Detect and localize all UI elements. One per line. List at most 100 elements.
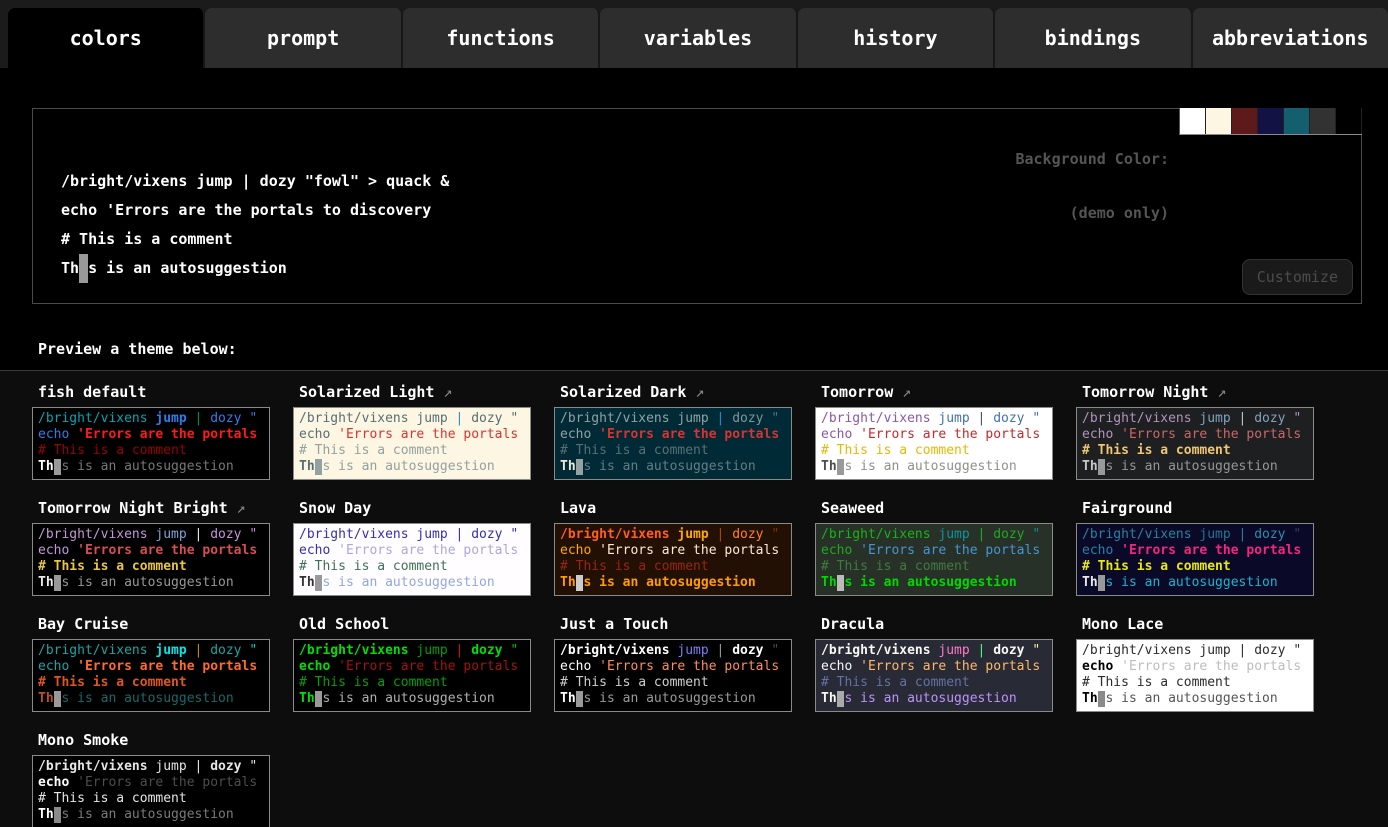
theme-preview-card[interactable]: /bright/vixens jump | dozy "echo 'Errors…	[32, 407, 270, 480]
bg-swatch-dark-red[interactable]	[1232, 108, 1258, 134]
theme-title[interactable]: Mono Lace	[1082, 615, 1337, 633]
theme-preview-card[interactable]: /bright/vixens jump | dozy "echo 'Errors…	[815, 407, 1053, 480]
theme-block: Lava /bright/vixens jump | dozy "echo 'E…	[554, 493, 815, 596]
code-token: /bright/vixens	[1082, 643, 1199, 658]
code-token: s is an autosuggestion	[322, 691, 494, 706]
code-token: "	[242, 527, 258, 542]
theme-code-line: This is an autosuggestion	[38, 691, 264, 707]
theme-code-line: # This is a comment	[299, 443, 525, 459]
theme-code-line: This is an autosuggestion	[821, 459, 1047, 475]
theme-code-line: This is an autosuggestion	[38, 575, 264, 591]
code-token: Th	[821, 459, 837, 474]
theme-preview-card[interactable]: /bright/vixens jump | dozy "echo 'Errors…	[815, 639, 1053, 712]
tab-variables[interactable]: variables	[600, 8, 797, 68]
theme-preview-card[interactable]: /bright/vixens jump | dozy "echo 'Errors…	[1076, 407, 1314, 480]
bg-swatch-black[interactable]	[1336, 108, 1362, 134]
theme-name: Just a Touch	[560, 615, 668, 633]
code-token: s is an autosuggestion	[61, 691, 233, 706]
code-token: echo	[1082, 659, 1121, 674]
theme-preview-card[interactable]: /bright/vixens jump | dozy "echo 'Errors…	[815, 523, 1053, 596]
code-token: Th	[299, 575, 315, 590]
code-token: "	[503, 411, 519, 426]
code-token: Th	[1082, 459, 1098, 474]
code-token: # This is a comment	[821, 559, 970, 574]
external-link-icon[interactable]: ↗	[228, 499, 246, 517]
theme-name: Mono Lace	[1082, 615, 1163, 633]
bg-swatch-cream[interactable]	[1206, 108, 1232, 134]
bg-swatch-navy[interactable]	[1258, 108, 1284, 134]
tab-colors[interactable]: colors	[8, 8, 205, 68]
theme-title[interactable]: Old School	[299, 615, 554, 633]
theme-title[interactable]: Lava	[560, 499, 815, 517]
bg-swatch-charcoal[interactable]	[1310, 108, 1336, 134]
theme-name: Old School	[299, 615, 389, 633]
theme-preview-card[interactable]: /bright/vixens jump | dozy "echo 'Errors…	[293, 639, 531, 712]
code-token: "	[1286, 643, 1302, 658]
theme-title[interactable]: Solarized Dark ↗	[560, 383, 815, 401]
theme-code-line: /bright/vixens jump | dozy "	[821, 411, 1047, 427]
theme-code-line: # This is a comment	[38, 559, 264, 575]
code-token: s is an autosuggestion	[844, 691, 1016, 706]
theme-code-line: echo 'Errors are the portals	[1082, 427, 1308, 443]
theme-code-line: # This is a comment	[1082, 559, 1308, 575]
theme-title[interactable]: Dracula	[821, 615, 1076, 633]
code-token: "	[1286, 527, 1302, 542]
code-token: jump	[416, 527, 447, 542]
code-token: dozy	[210, 643, 241, 658]
theme-preview-card[interactable]: /bright/vixens jump | dozy "echo 'Errors…	[1076, 639, 1314, 712]
theme-title[interactable]: Solarized Light ↗	[299, 383, 554, 401]
background-color-label-line1: Background Color:	[1015, 150, 1169, 168]
theme-title[interactable]: Snow Day	[299, 499, 554, 517]
theme-title[interactable]: Bay Cruise	[38, 615, 293, 633]
theme-block: Solarized Dark ↗ /bright/vixens jump | d…	[554, 377, 815, 480]
external-link-icon[interactable]: ↗	[434, 383, 452, 401]
bg-swatch-white[interactable]	[1180, 108, 1206, 134]
external-link-icon[interactable]: ↗	[686, 383, 704, 401]
theme-code-line: echo 'Errors are the portals	[821, 427, 1047, 443]
theme-preview-card[interactable]: /bright/vixens jump | dozy "echo 'Errors…	[554, 407, 792, 480]
code-token: dozy	[210, 411, 241, 426]
code-token: dozy	[732, 643, 763, 658]
tab-functions[interactable]: functions	[403, 8, 600, 68]
theme-code-line: /bright/vixens jump | dozy "	[821, 643, 1047, 659]
theme-preview-card[interactable]: /bright/vixens jump | dozy "echo 'Errors…	[32, 639, 270, 712]
theme-block: Mono Smoke /bright/vixens jump | dozy "e…	[32, 725, 293, 827]
theme-title[interactable]: Tomorrow ↗	[821, 383, 1076, 401]
code-token: echo	[38, 775, 77, 790]
theme-title[interactable]: Tomorrow Night Bright ↗	[38, 499, 293, 517]
bg-swatch-teal[interactable]	[1284, 108, 1310, 134]
tab-abbreviations[interactable]: abbreviations	[1193, 8, 1388, 68]
code-token: 'Errors are the portals	[599, 427, 779, 442]
theme-title[interactable]: Mono Smoke	[38, 731, 293, 749]
code-token: # This is a comment	[38, 791, 187, 806]
code-token: dozy	[1254, 643, 1285, 658]
theme-title[interactable]: Fairground	[1082, 499, 1337, 517]
theme-preview-card[interactable]: /bright/vixens jump | dozy "echo 'Errors…	[1076, 523, 1314, 596]
customize-button[interactable]: Customize	[1242, 259, 1353, 295]
code-token: echo	[560, 659, 599, 674]
theme-title[interactable]: Seaweed	[821, 499, 1076, 517]
theme-title[interactable]: fish default	[38, 383, 293, 401]
theme-code-line: echo 'Errors are the portals	[299, 427, 525, 443]
external-link-icon[interactable]: ↗	[1208, 383, 1226, 401]
code-token: /bright/vixens	[821, 411, 938, 426]
theme-block: Solarized Light ↗ /bright/vixens jump | …	[293, 377, 554, 480]
theme-preview-card[interactable]: /bright/vixens jump | dozy "echo 'Errors…	[293, 407, 531, 480]
code-token: |	[187, 411, 210, 426]
external-link-icon[interactable]: ↗	[893, 383, 911, 401]
theme-code-line: /bright/vixens jump | dozy "	[560, 643, 786, 659]
tab-bindings[interactable]: bindings	[995, 8, 1192, 68]
theme-code-line: echo 'Errors are the portals	[38, 659, 264, 675]
theme-preview-card[interactable]: /bright/vixens jump | dozy "echo 'Errors…	[32, 755, 270, 827]
theme-preview-card[interactable]: /bright/vixens jump | dozy "echo 'Errors…	[554, 639, 792, 712]
theme-block: Mono Lace /bright/vixens jump | dozy "ec…	[1076, 609, 1337, 712]
theme-preview-card[interactable]: /bright/vixens jump | dozy "echo 'Errors…	[293, 523, 531, 596]
theme-preview-card[interactable]: /bright/vixens jump | dozy "echo 'Errors…	[32, 523, 270, 596]
code-token: # This is a comment	[299, 675, 448, 690]
tab-history[interactable]: history	[798, 8, 995, 68]
theme-preview-card[interactable]: /bright/vixens jump | dozy "echo 'Errors…	[554, 523, 792, 596]
theme-code-line: This is an autosuggestion	[299, 575, 525, 591]
theme-title[interactable]: Just a Touch	[560, 615, 815, 633]
tab-prompt[interactable]: prompt	[205, 8, 402, 68]
theme-title[interactable]: Tomorrow Night ↗	[1082, 383, 1337, 401]
